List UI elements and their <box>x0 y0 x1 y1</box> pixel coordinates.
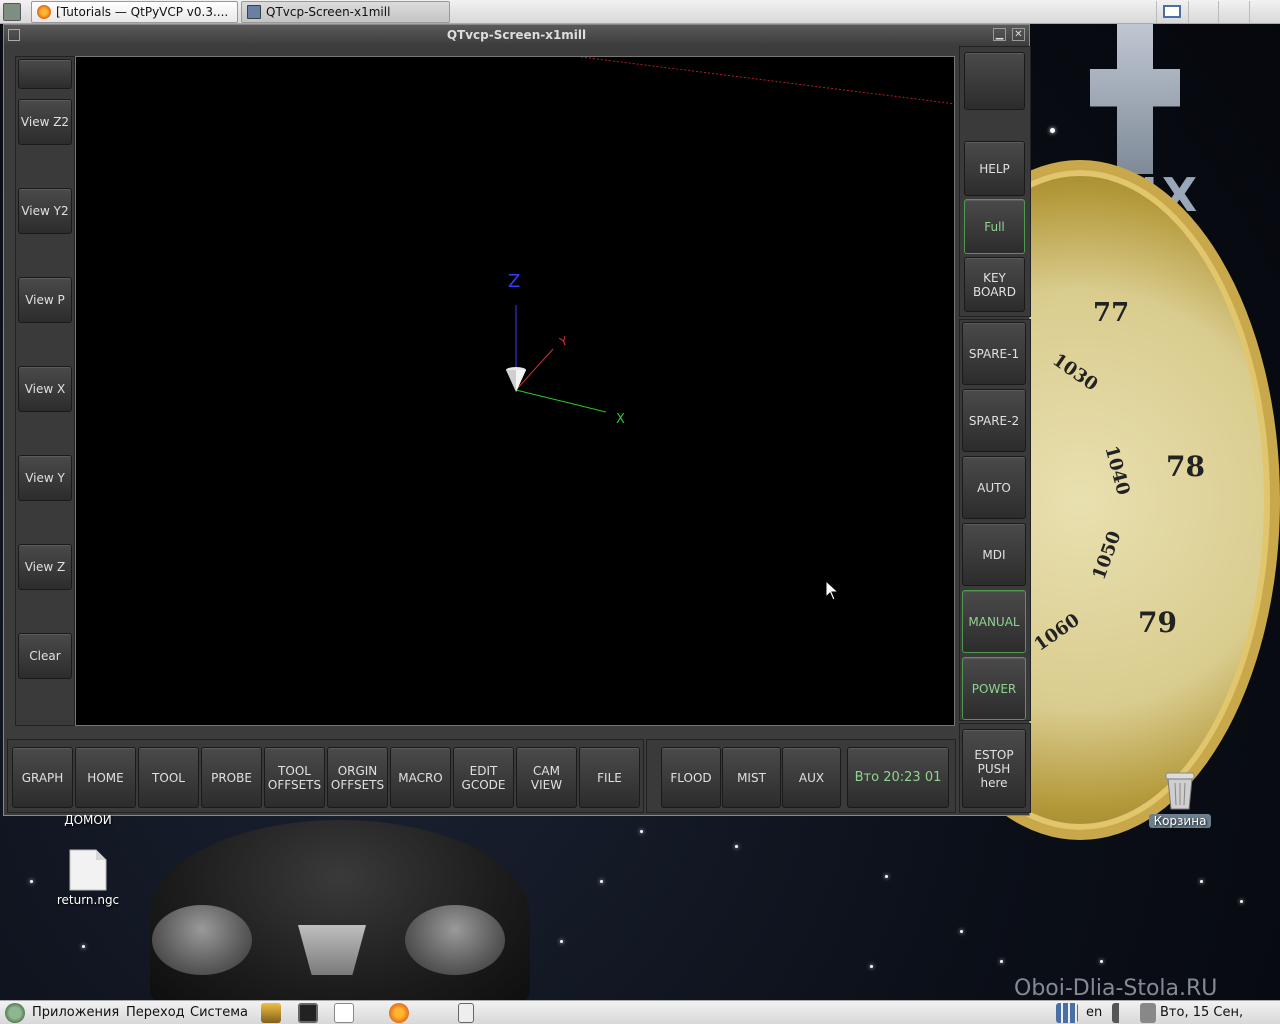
baro-number: 79 <box>1138 606 1177 639</box>
blank-top-button[interactable] <box>964 52 1025 110</box>
taskbar-item-qtvcp[interactable]: QTvcp-Screen-x1mill <box>241 1 450 23</box>
bottom-panel: Приложения Переход Система en Вто, 15 Се… <box>0 1000 1280 1024</box>
tab-graph[interactable]: GRAPH <box>12 747 73 808</box>
view-z-button[interactable]: View Z <box>18 544 72 590</box>
gcode-graphics-view[interactable]: Z Y X <box>75 56 957 726</box>
workspace-2-button[interactable] <box>1188 1 1218 23</box>
view-p-button[interactable]: View P <box>18 277 72 323</box>
estop-panel: ESTOP PUSH here <box>959 723 1031 813</box>
tab-tool[interactable]: TOOL <box>138 747 199 808</box>
right-top-panel: HELP Full KEY BOARD <box>959 46 1031 317</box>
y-axis-label: Y <box>557 333 570 349</box>
z-axis-label: Z <box>508 271 520 292</box>
document-icon <box>69 849 107 891</box>
mdi-mode-button[interactable]: MDI <box>962 523 1026 586</box>
manual-mode-button[interactable]: MANUAL <box>962 590 1026 653</box>
mate-menu-icon <box>5 1003 25 1023</box>
workspace-4-button[interactable] <box>1249 1 1279 23</box>
spare1-button[interactable]: SPARE-1 <box>962 322 1026 385</box>
panel-clock[interactable]: Вто, 15 Сен, 20:23 <box>1160 1004 1280 1024</box>
desktop-trash-label: Корзина <box>1149 814 1211 828</box>
close-button[interactable]: ✕ <box>1012 28 1025 41</box>
mouse-cursor-icon <box>825 579 840 601</box>
gcode-plot: Z Y X <box>506 56 957 601</box>
menu-system[interactable]: Система <box>190 1004 248 1022</box>
terminal-launcher-icon[interactable] <box>298 1003 318 1023</box>
spare2-button[interactable]: SPARE-2 <box>962 389 1026 452</box>
qtvcp-window: QTvcp-Screen-x1mill ▁ ✕ View Z2 View Y2 … <box>3 24 1031 816</box>
tab-macro[interactable]: MACRO <box>390 747 451 808</box>
auto-mode-button[interactable]: AUTO <box>962 456 1026 519</box>
workspace-icon <box>1163 5 1181 18</box>
taskbar-item-label: QTvcp-Screen-x1mill <box>266 5 391 19</box>
window-menu-icon[interactable] <box>8 29 20 41</box>
taskbar-item-label: [Tutorials — QtPyVCP v0.3.... <box>56 5 229 19</box>
tab-edit-gcode[interactable]: EDIT GCODE <box>453 747 514 808</box>
machine-limit-line <box>580 56 957 105</box>
tab-file[interactable]: FILE <box>579 747 640 808</box>
network-icon[interactable] <box>1140 1003 1156 1023</box>
clock-display: Вто 20:23 01 <box>847 747 949 808</box>
keyboard-layout-indicator[interactable]: en <box>1086 1004 1102 1022</box>
wallpaper-cross <box>1090 24 1180 174</box>
view-y2-button[interactable]: View Y2 <box>18 188 72 234</box>
desktop-home-label[interactable]: ДОМОИ <box>48 813 128 827</box>
x-axis-line <box>515 389 607 413</box>
view-blank-button[interactable] <box>18 59 72 89</box>
help-button[interactable]: HELP <box>964 141 1025 196</box>
right-mode-panel: SPARE-1 SPARE-2 AUTO MDI MANUAL POWER <box>959 319 1031 721</box>
trash-icon <box>1165 772 1195 810</box>
window-title: QTvcp-Screen-x1mill <box>446 28 587 42</box>
trash-applet-icon[interactable] <box>458 1003 474 1023</box>
minimize-button[interactable]: ▁ <box>993 28 1006 41</box>
menu-applications[interactable]: Приложения <box>32 1004 119 1022</box>
coolant-panel: FLOOD MIST AUX Вто 20:23 01 <box>646 739 956 813</box>
linuxcnc-launcher-icon[interactable] <box>261 1003 281 1023</box>
x-axis-label: X <box>616 412 625 427</box>
tab-probe[interactable]: PROBE <box>201 747 262 808</box>
tab-tool-offsets[interactable]: TOOL OFFSETS <box>264 747 325 808</box>
desktop-file-label: return.ngc <box>56 893 120 907</box>
workspace-1-button[interactable] <box>1156 1 1186 23</box>
baro-number: 77 <box>1093 298 1130 328</box>
workspace-switcher-icon[interactable] <box>1056 1003 1078 1023</box>
mist-button[interactable]: MIST <box>722 747 781 808</box>
view-x-button[interactable]: View X <box>18 366 72 412</box>
show-desktop-icon[interactable] <box>3 3 21 21</box>
taskbar-item-tutorials[interactable]: [Tutorials — QtPyVCP v0.3.... <box>31 1 238 23</box>
wallpaper-tux-foot <box>405 905 505 975</box>
keyboard-button[interactable]: KEY BOARD <box>964 257 1025 312</box>
view-z2-button[interactable]: View Z2 <box>18 99 72 145</box>
tab-home[interactable]: HOME <box>75 747 136 808</box>
tab-origin-offsets[interactable]: ORGIN OFFSETS <box>327 747 388 808</box>
view-buttons-panel: View Z2 View Y2 View P View X View Y Vie… <box>15 56 75 726</box>
full-button[interactable]: Full <box>964 199 1025 254</box>
estop-button[interactable]: ESTOP PUSH here <box>962 729 1026 808</box>
workspace-3-button[interactable] <box>1218 1 1248 23</box>
wallpaper-watermark: Oboi-Dlia-Stola.RU <box>1014 976 1218 1001</box>
text-editor-launcher-icon[interactable] <box>334 1003 354 1023</box>
baro-number: 78 <box>1166 450 1205 483</box>
flood-button[interactable]: FLOOD <box>661 747 721 808</box>
bottom-tabs-panel: GRAPH HOME TOOL PROBE TOOL OFFSETS ORGIN… <box>7 739 644 813</box>
window-titlebar[interactable]: QTvcp-Screen-x1mill ▁ ✕ <box>4 25 1029 45</box>
firefox-launcher-icon[interactable] <box>389 1003 409 1023</box>
tab-cam-view[interactable]: CAM VIEW <box>516 747 577 808</box>
clear-button[interactable]: Clear <box>18 633 72 679</box>
window-icon <box>247 5 261 19</box>
volume-icon[interactable] <box>1112 1003 1130 1023</box>
tool-cone-icon <box>506 367 526 392</box>
wallpaper-tux-foot <box>152 905 252 975</box>
power-button[interactable]: POWER <box>962 657 1026 720</box>
firefox-icon <box>37 5 51 19</box>
menu-places[interactable]: Переход <box>126 1004 185 1022</box>
top-panel: [Tutorials — QtPyVCP v0.3.... QTvcp-Scre… <box>0 0 1280 24</box>
aux-button[interactable]: AUX <box>782 747 841 808</box>
view-y-button[interactable]: View Y <box>18 455 72 501</box>
